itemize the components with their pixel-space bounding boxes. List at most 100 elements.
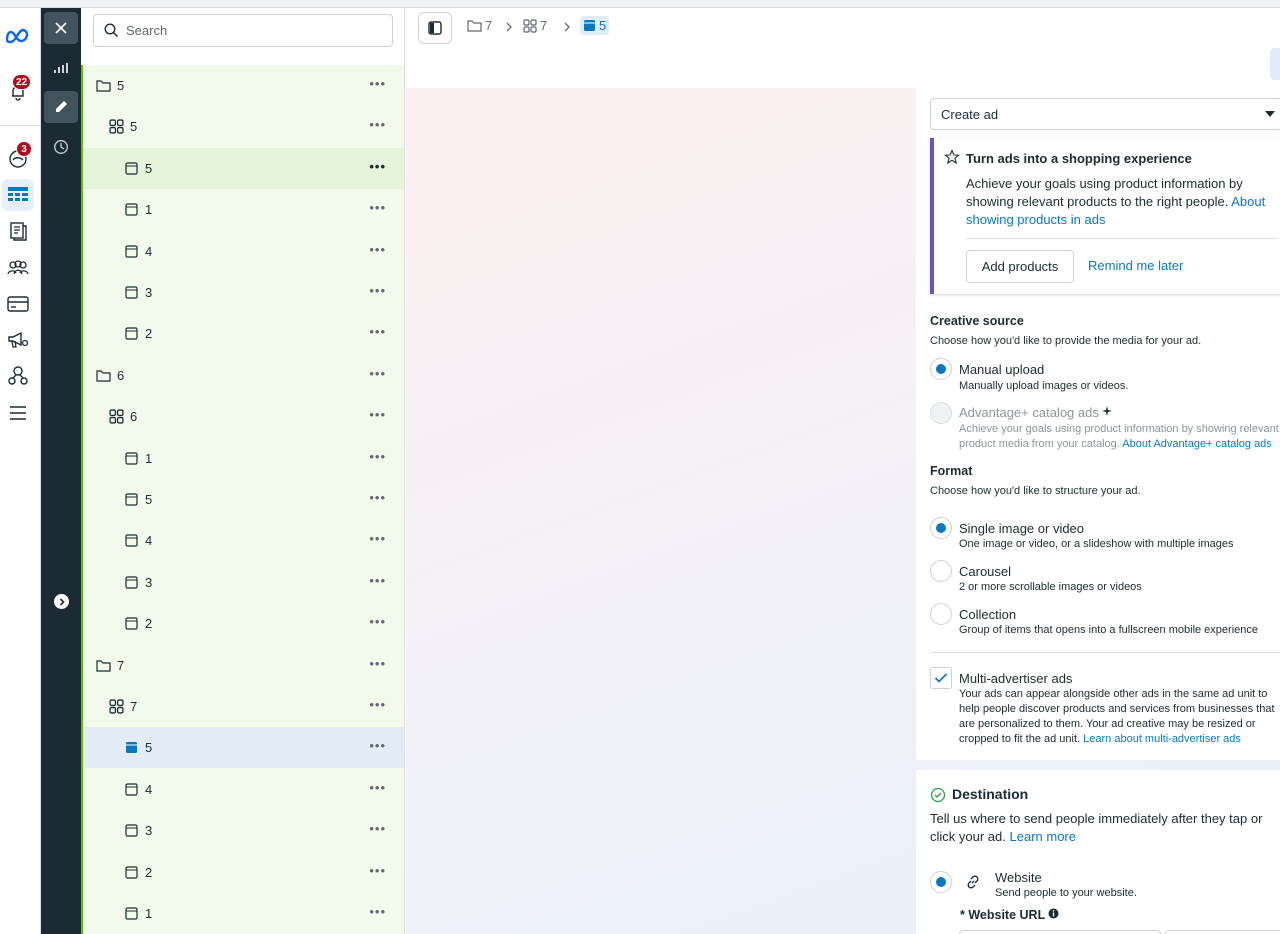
tree-row-adset[interactable]: 7 ••• xyxy=(83,686,404,727)
destination-learn-more-link[interactable]: Learn more xyxy=(1010,829,1076,844)
website-url-input[interactable] xyxy=(959,930,1161,934)
tree-row-ad[interactable]: 3 ••• xyxy=(83,272,404,313)
add-products-button[interactable]: Add products xyxy=(966,250,1074,283)
audiences-icon[interactable] xyxy=(2,252,34,284)
more-options-icon[interactable]: ••• xyxy=(369,284,386,297)
more-options-icon[interactable]: ••• xyxy=(369,160,386,173)
search-input[interactable] xyxy=(126,23,376,38)
tree-row-label: 1 xyxy=(145,906,153,921)
more-options-icon[interactable]: ••• xyxy=(369,905,386,918)
shopping-promo-panel: Turn ads into a shopping experience Achi… xyxy=(930,138,1280,294)
website-url-label: * Website URL xyxy=(960,908,1045,922)
tree-row-campaign[interactable]: 5 ••• xyxy=(83,65,404,106)
carousel-radio[interactable] xyxy=(930,560,952,582)
more-options-icon[interactable]: ••• xyxy=(369,739,386,752)
more-options-icon[interactable]: ••• xyxy=(369,532,386,545)
tree-row-ad[interactable]: 2 ••• xyxy=(83,603,404,644)
expand-panel-button[interactable] xyxy=(54,594,69,609)
tree-row-ad[interactable]: 1 ••• xyxy=(83,189,404,230)
tree-row-ad[interactable]: 5 ••• xyxy=(83,147,404,189)
more-options-icon[interactable]: ••• xyxy=(369,118,386,131)
more-options-icon[interactable]: ••• xyxy=(369,491,386,504)
more-options-icon[interactable]: ••• xyxy=(369,367,386,380)
tree-row-ad[interactable]: 2 ••• xyxy=(83,852,404,893)
more-options-icon[interactable]: ••• xyxy=(369,408,386,421)
tree-row-campaign[interactable]: 6 ••• xyxy=(83,355,404,396)
tree-row-ad[interactable]: 4 ••• xyxy=(83,769,404,810)
folder-icon xyxy=(95,367,111,383)
more-options-icon[interactable]: ••• xyxy=(369,325,386,338)
tree-row-ad[interactable]: 5 ••• xyxy=(83,479,404,520)
collection-radio[interactable] xyxy=(930,603,952,625)
multi-advertiser-checkbox[interactable] xyxy=(930,667,952,689)
format-title: Format xyxy=(930,464,973,478)
tree-row-adset[interactable]: 5 ••• xyxy=(83,106,404,147)
tree-row-label: 5 xyxy=(145,740,153,756)
tree-row-ad[interactable]: 4 ••• xyxy=(83,520,404,561)
destination-card: Destination Tell us where to send people… xyxy=(916,770,1280,934)
breadcrumb-campaign-label: 7 xyxy=(485,18,493,33)
right-panel-tab[interactable] xyxy=(1270,48,1280,80)
tree-row-ad[interactable]: 3 ••• xyxy=(83,562,404,603)
breadcrumb-adset[interactable]: 7 xyxy=(523,18,547,33)
website-url-secondary-field[interactable] xyxy=(1165,930,1280,934)
format-divider xyxy=(930,652,1280,653)
toggle-panel-button[interactable] xyxy=(418,12,452,44)
close-icon xyxy=(55,22,67,34)
advantage-catalog-desc-line2: product media from your catalog. xyxy=(959,438,1120,450)
breadcrumb-campaign[interactable]: 7 xyxy=(467,18,492,33)
more-options-icon[interactable]: ••• xyxy=(369,698,386,711)
close-editor-button[interactable] xyxy=(44,12,78,44)
meta-logo-icon[interactable] xyxy=(2,20,34,52)
ad-action-select[interactable]: Create ad xyxy=(930,98,1280,130)
more-options-icon[interactable]: ••• xyxy=(369,574,386,587)
more-options-icon[interactable]: ••• xyxy=(369,77,386,90)
notifications-bell-icon[interactable]: 22 xyxy=(2,74,34,108)
billing-card-icon[interactable] xyxy=(2,288,34,320)
creative-source-title: Creative source xyxy=(930,314,1024,328)
tree-row-ad[interactable]: 1 ••• xyxy=(83,438,404,479)
more-options-icon[interactable]: ••• xyxy=(369,781,386,794)
multi-advertiser-learn-link[interactable]: Learn about multi-advertiser ads xyxy=(1083,733,1241,745)
tree-row-ad[interactable]: 1 ••• xyxy=(83,893,404,934)
breadcrumb-bar: 7 7 5 xyxy=(406,8,1280,88)
manual-upload-radio[interactable] xyxy=(930,358,952,380)
more-options-icon[interactable]: ••• xyxy=(369,657,386,670)
edit-button[interactable] xyxy=(44,91,78,123)
destination-body: Tell us where to send people immediately… xyxy=(930,810,1275,846)
advantage-catalog-radio[interactable] xyxy=(930,402,952,424)
website-radio[interactable] xyxy=(930,871,952,893)
more-options-icon[interactable]: ••• xyxy=(369,822,386,835)
about-advantage-catalog-link[interactable]: About Advantage+ catalog ads xyxy=(1122,438,1272,450)
more-options-icon[interactable]: ••• xyxy=(369,243,386,256)
pages-icon[interactable] xyxy=(2,215,34,247)
tree-row-campaign[interactable]: 7 ••• xyxy=(83,645,404,686)
tree-search-box[interactable] xyxy=(93,14,393,47)
tree-row-ad[interactable]: 5 ••• xyxy=(83,727,404,769)
single-image-radio[interactable] xyxy=(930,517,952,539)
more-options-icon[interactable]: ••• xyxy=(369,201,386,214)
menu-hamburger-icon[interactable] xyxy=(2,397,34,429)
tree-row-adset[interactable]: 6 ••• xyxy=(83,396,404,437)
account-overview-icon[interactable]: 3 xyxy=(2,141,34,175)
ads-manager-table-icon[interactable] xyxy=(2,179,34,211)
manual-upload-title: Manual upload xyxy=(959,362,1045,377)
more-options-icon[interactable]: ••• xyxy=(369,864,386,877)
tree-row-ad[interactable]: 3 ••• xyxy=(83,810,404,851)
tree-row-ad[interactable]: 4 ••• xyxy=(83,231,404,272)
collection-title: Collection xyxy=(959,607,1017,622)
format-subtitle: Choose how you'd like to structure your … xyxy=(930,485,1141,497)
tree-row-label: 3 xyxy=(145,823,153,839)
megaphone-icon[interactable] xyxy=(2,324,34,356)
history-button[interactable] xyxy=(44,131,78,163)
business-settings-icon[interactable] xyxy=(2,360,34,392)
breadcrumb-ad[interactable]: 5 xyxy=(580,16,610,35)
remind-me-later-link[interactable]: Remind me later xyxy=(1088,258,1183,273)
destination-body-text: Tell us where to send people immediately… xyxy=(930,811,1263,844)
promo-body-text: Achieve your goals using product informa… xyxy=(966,176,1243,209)
more-options-icon[interactable]: ••• xyxy=(369,450,386,463)
tree-row-ad[interactable]: 2 ••• xyxy=(83,313,404,354)
performance-chart-button[interactable] xyxy=(44,52,78,84)
ad-icon xyxy=(123,533,139,549)
more-options-icon[interactable]: ••• xyxy=(369,615,386,628)
